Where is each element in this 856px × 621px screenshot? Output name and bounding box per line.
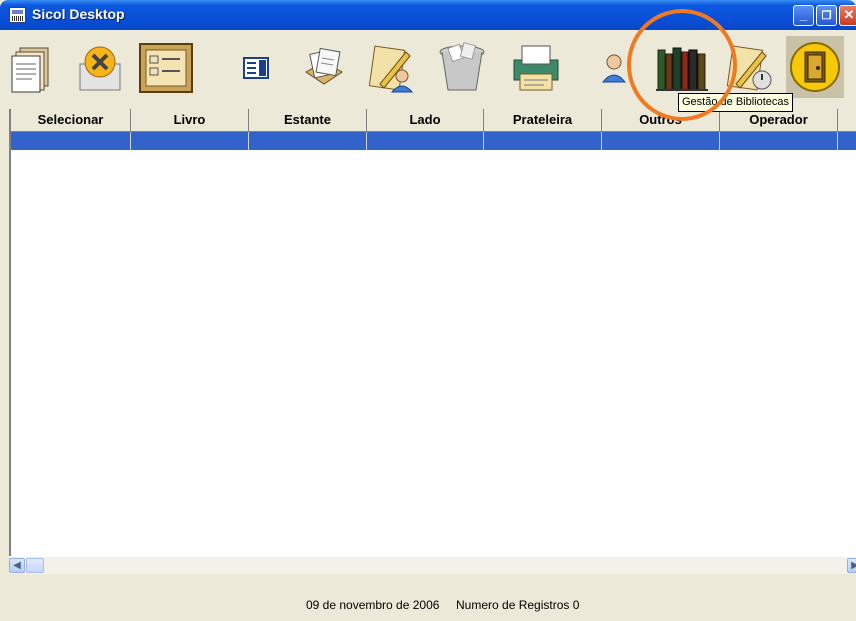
highlight-circle-annotation xyxy=(627,9,737,121)
arrow-right-icon: ▶ xyxy=(851,560,856,571)
edit-user-icon xyxy=(368,45,414,93)
row-cell[interactable] xyxy=(249,132,367,150)
column-header-spacer xyxy=(838,109,856,131)
scroll-thumb[interactable] xyxy=(26,558,44,573)
document-stack-icon xyxy=(11,47,49,93)
toolbar-button-trash[interactable] xyxy=(434,38,490,96)
arrow-left-icon: ◀ xyxy=(13,560,21,571)
row-cell[interactable] xyxy=(838,132,856,150)
exit-door-icon xyxy=(790,42,840,92)
close-button[interactable]: ✕ xyxy=(839,5,856,26)
records-grid[interactable]: Selecionar Livro Estante Lado Prateleira… xyxy=(9,109,856,556)
column-header-livro[interactable]: Livro xyxy=(131,109,249,131)
toolbar-button-edit-user[interactable] xyxy=(366,38,418,96)
column-header-estante[interactable]: Estante xyxy=(249,109,367,131)
horizontal-scrollbar[interactable]: ◀ ▶ xyxy=(9,556,856,574)
app-icon xyxy=(9,7,26,23)
status-date: 09 de novembro de 2006 xyxy=(306,598,440,612)
minimize-button[interactable]: _ xyxy=(793,5,814,26)
row-cell[interactable] xyxy=(602,132,720,150)
scroll-left-button[interactable]: ◀ xyxy=(9,558,25,573)
form-list-icon xyxy=(139,43,193,93)
toolbar-button-exit[interactable] xyxy=(786,36,844,98)
toolbar-button-papers[interactable] xyxy=(298,38,350,96)
minimize-icon: _ xyxy=(799,7,808,22)
selected-row[interactable] xyxy=(11,132,856,150)
toolbar-button-documents[interactable] xyxy=(10,38,62,96)
papers-icon xyxy=(305,47,343,85)
row-cell[interactable] xyxy=(720,132,838,150)
column-header-selecionar[interactable]: Selecionar xyxy=(11,109,131,131)
list-select-icon xyxy=(243,57,269,79)
column-header-lado[interactable]: Lado xyxy=(367,109,484,131)
trash-icon xyxy=(439,42,485,91)
status-record-count: Numero de Registros 0 xyxy=(456,598,580,612)
close-icon: ✕ xyxy=(843,7,855,22)
restore-icon: ❐ xyxy=(821,10,832,22)
toolbar-button-delete[interactable] xyxy=(74,38,126,96)
app-window: Sicol Desktop _ ❐ ✕ Selecionar Livro Est… xyxy=(0,0,856,621)
delete-x-icon xyxy=(79,46,121,91)
scroll-right-button[interactable]: ▶ xyxy=(847,558,856,573)
status-bar: 09 de novembro de 2006 Numero de Registr… xyxy=(0,574,856,621)
toolbar-button-form[interactable] xyxy=(138,38,194,96)
grid-header: Selecionar Livro Estante Lado Prateleira… xyxy=(11,109,856,132)
toolbar-button-print[interactable] xyxy=(508,38,564,96)
row-cell[interactable] xyxy=(367,132,484,150)
title-bar[interactable]: Sicol Desktop _ ❐ ✕ xyxy=(0,0,856,30)
column-header-operador[interactable]: Operador xyxy=(720,109,838,131)
column-header-prateleira[interactable]: Prateleira xyxy=(484,109,602,131)
restore-button[interactable]: ❐ xyxy=(816,5,837,26)
window-title: Sicol Desktop xyxy=(32,6,125,22)
printer-icon xyxy=(513,45,559,91)
row-cell[interactable] xyxy=(11,132,131,150)
toolbar-button-list[interactable] xyxy=(242,38,274,96)
row-cell[interactable] xyxy=(484,132,602,150)
row-cell[interactable] xyxy=(131,132,249,150)
